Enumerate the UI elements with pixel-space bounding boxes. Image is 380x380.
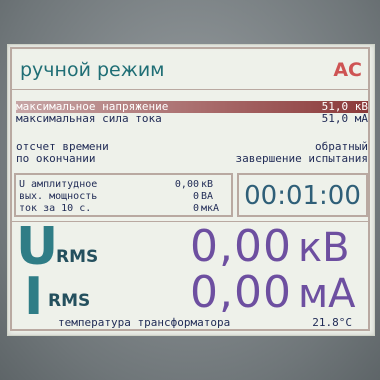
current-value: 0,00 xyxy=(190,267,292,318)
mode-title: ручной режим xyxy=(20,59,165,81)
voltage-value: 0,00 xyxy=(190,221,292,272)
measurement-value: 0 xyxy=(192,191,199,202)
lcd-screen: ручной режим AC максимальное напряжение … xyxy=(7,44,375,336)
measurement-label: вых. мощность xyxy=(19,191,98,202)
setting-row-on-finish[interactable]: по окончании завершение испытания xyxy=(16,153,368,165)
mode-code: AC xyxy=(333,59,362,81)
measurements-panel: U амплитудное 0,00 кВ вых. мощность 0 ВА… xyxy=(14,173,233,217)
current-subscript: RMS xyxy=(48,291,91,311)
header-divider xyxy=(10,89,370,91)
measurement-unit: мкА xyxy=(201,203,220,214)
temperature-label: температура трансформатора xyxy=(58,316,231,329)
param-value: 51,0 мА xyxy=(321,112,368,125)
temperature-value: 21.8°C xyxy=(312,316,352,329)
timer-panel: 00:01:00 xyxy=(237,173,368,217)
setting-value: завершение испытания xyxy=(235,152,368,165)
measurement-row: ток за 10 с. 0 мкА xyxy=(19,203,229,215)
voltage-subscript: RMS xyxy=(56,247,99,267)
status-footer: температура трансформатора 21.8°C xyxy=(8,315,372,331)
measurement-unit: ВА xyxy=(201,191,214,202)
voltage-unit: кВ xyxy=(298,225,350,271)
param-row-max-current[interactable]: максимальная сила тока 51,0 мА xyxy=(16,113,368,125)
measurement-row: вых. мощность 0 ВА xyxy=(19,191,229,203)
measurement-unit: кВ xyxy=(201,179,214,190)
param-label: максимальная сила тока xyxy=(16,112,162,125)
measurement-label: U амплитудное xyxy=(19,179,98,190)
measurement-value: 0 xyxy=(192,203,199,214)
timer-display: 00:01:00 xyxy=(244,181,361,211)
measurement-value: 0,00 xyxy=(174,179,199,190)
measurement-row: U амплитудное 0,00 кВ xyxy=(19,179,229,191)
measurement-label: ток за 10 с. xyxy=(19,203,92,214)
setting-label: по окончании xyxy=(16,152,96,165)
current-unit: мА xyxy=(298,271,356,317)
